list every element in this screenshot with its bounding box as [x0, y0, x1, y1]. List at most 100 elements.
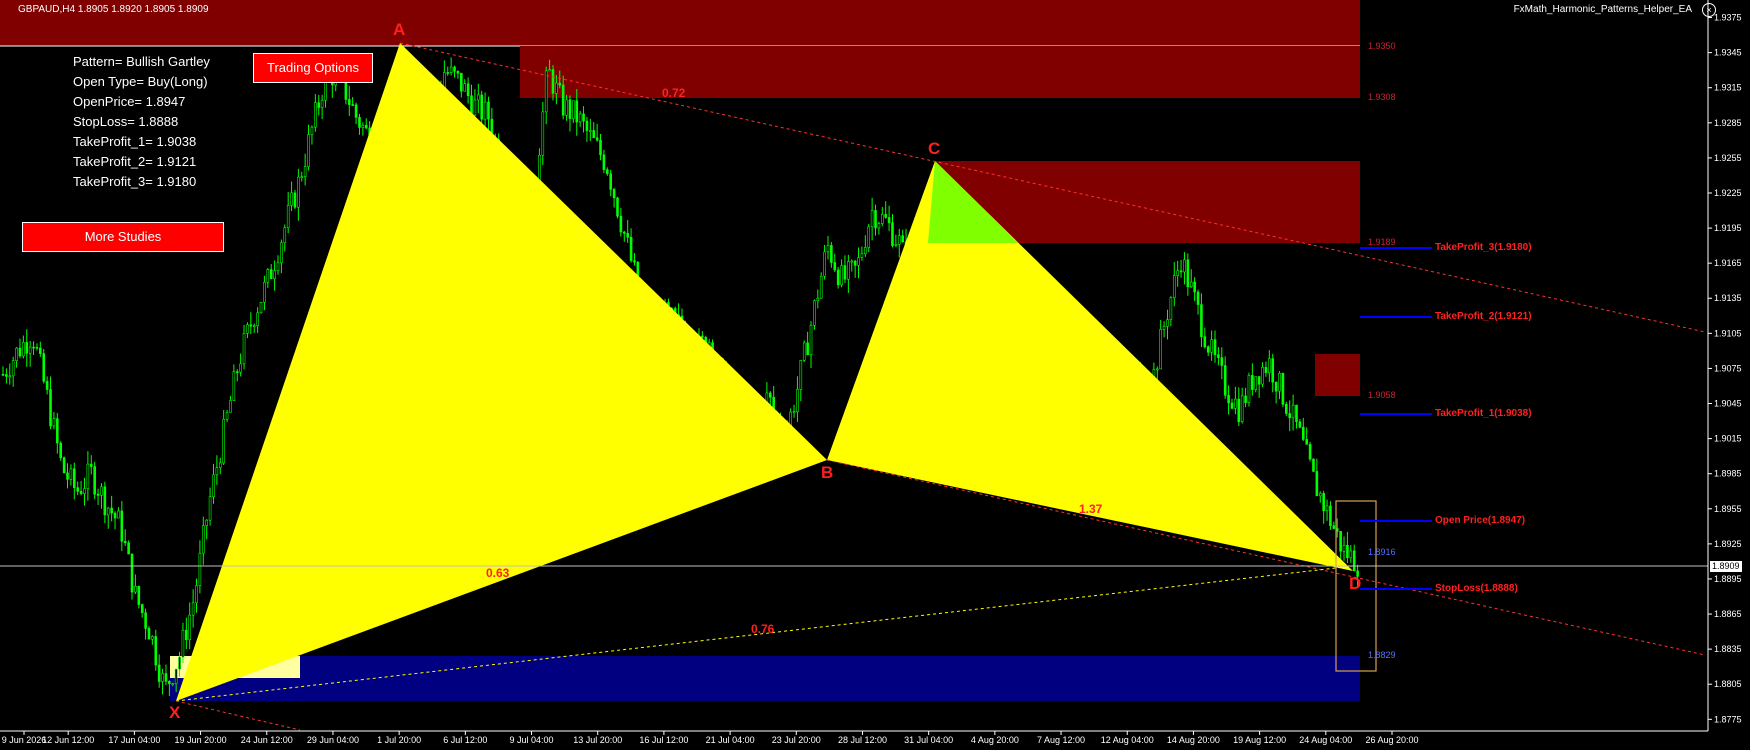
candle-body [1342, 544, 1346, 552]
candle-body [1251, 375, 1254, 390]
candle-body [857, 257, 860, 266]
zone-label-5: 1.8916 [1368, 547, 1396, 557]
candle-body [589, 130, 592, 132]
price-tick-label: 1.8865 [1714, 609, 1742, 619]
candle-body [1156, 368, 1159, 371]
candle-body [246, 324, 249, 334]
candle-body [1237, 398, 1241, 422]
candle-body [1220, 357, 1224, 366]
candle-body [1288, 413, 1292, 419]
candle-body [276, 262, 280, 272]
candle-body [62, 457, 66, 474]
candle-body [870, 210, 874, 228]
candle-body [568, 99, 572, 119]
point-x-label: X [169, 703, 181, 722]
candle-body [123, 541, 127, 544]
candle-body [813, 300, 816, 326]
candle-body [609, 173, 613, 190]
price-tick-label: 1.9345 [1714, 48, 1742, 58]
candle-body [551, 69, 555, 94]
chart-canvas: 1.9375 1.9345 1.9315 1.9285 1.9255 1.9225 1.91… [0, 0, 1742, 745]
time-tick-label: 12 Aug 04:00 [1101, 735, 1154, 745]
candle-body [191, 602, 195, 616]
candle-body [130, 553, 134, 593]
time-tick-label: 19 Aug 12:00 [1233, 735, 1286, 745]
candle-body [548, 69, 551, 72]
price-tick-label: 1.8835 [1714, 644, 1742, 654]
candle-body [59, 442, 63, 459]
candle-body [897, 235, 901, 245]
candle-body [606, 169, 609, 175]
candle-body [884, 214, 888, 218]
candle-body [633, 260, 636, 263]
price-tick-label: 1.9255 [1714, 153, 1742, 163]
candle-body [280, 242, 283, 264]
candle-body [449, 66, 453, 73]
pattern-xab-triangle [176, 43, 827, 701]
candle-body [35, 346, 39, 349]
candle-body [151, 636, 154, 640]
candle-body [5, 374, 8, 377]
candle-body [354, 104, 358, 118]
candle-body [351, 104, 354, 106]
candle-body [1166, 319, 1169, 327]
candle-body [1172, 275, 1176, 298]
candle-body [1189, 281, 1193, 288]
candle-body [317, 102, 321, 108]
candle-body [96, 493, 100, 496]
price-tick-label: 1.9015 [1714, 434, 1742, 444]
candle-body [796, 389, 799, 412]
candle-body [100, 486, 103, 496]
candle-body [626, 233, 629, 238]
candle-body [39, 347, 42, 354]
trading-options-button[interactable]: Trading Options [253, 53, 373, 83]
time-tick-label: 24 Aug 04:00 [1299, 735, 1352, 745]
candle-body [460, 72, 463, 92]
candle-body [202, 525, 205, 554]
candle-body [619, 215, 623, 233]
candle-body [592, 130, 596, 139]
candle-body [49, 389, 52, 427]
candle-body [891, 222, 894, 246]
candle-body [303, 166, 307, 177]
time-tick-label: 13 Jul 20:00 [573, 735, 622, 745]
time-tick-label: 16 Jul 12:00 [639, 735, 688, 745]
time-tick-label: 19 Jun 20:00 [175, 735, 227, 745]
candle-body [157, 664, 161, 682]
close-circle-icon[interactable]: × [1702, 3, 1716, 17]
candle-body [565, 99, 568, 116]
candle-body [314, 102, 317, 128]
time-tick-label: 29 Jun 04:00 [307, 735, 359, 745]
candle-body [120, 510, 124, 542]
candle-body [476, 94, 480, 101]
candle-body [1230, 402, 1234, 409]
time-tick-label: 14 Aug 20:00 [1167, 735, 1220, 745]
candle-body [1312, 458, 1315, 472]
candle-body [171, 683, 175, 686]
candle-body [1, 373, 5, 376]
candle-body [541, 111, 545, 156]
time-tick-label: 12 Jun 12:00 [42, 735, 94, 745]
candle-body [1291, 404, 1295, 419]
info-open-type: Open Type= Buy(Long) [73, 74, 208, 89]
candle-body [847, 261, 850, 280]
more-studies-button[interactable]: More Studies [22, 222, 224, 252]
candle-body [701, 335, 704, 338]
candle-body [1206, 346, 1210, 353]
candle-body [168, 681, 171, 685]
candle-body [585, 120, 589, 131]
line-x-extension [175, 700, 301, 731]
current-price-tag: 1.8909 [1710, 561, 1742, 572]
zone-label-4: 1.9058 [1368, 390, 1396, 400]
price-tick-label: 1.8925 [1714, 539, 1742, 549]
candle-body [1318, 493, 1322, 497]
candle-body [76, 487, 79, 492]
candle-body [144, 612, 147, 629]
candle-body [1308, 444, 1312, 460]
candle-body [32, 346, 35, 349]
point-c-label: C [928, 139, 941, 158]
point-b-label: B [821, 463, 834, 482]
stop-loss-label: StopLoss(1.8888) [1435, 583, 1518, 594]
candle-body [103, 486, 107, 516]
candle-body [1322, 493, 1325, 511]
